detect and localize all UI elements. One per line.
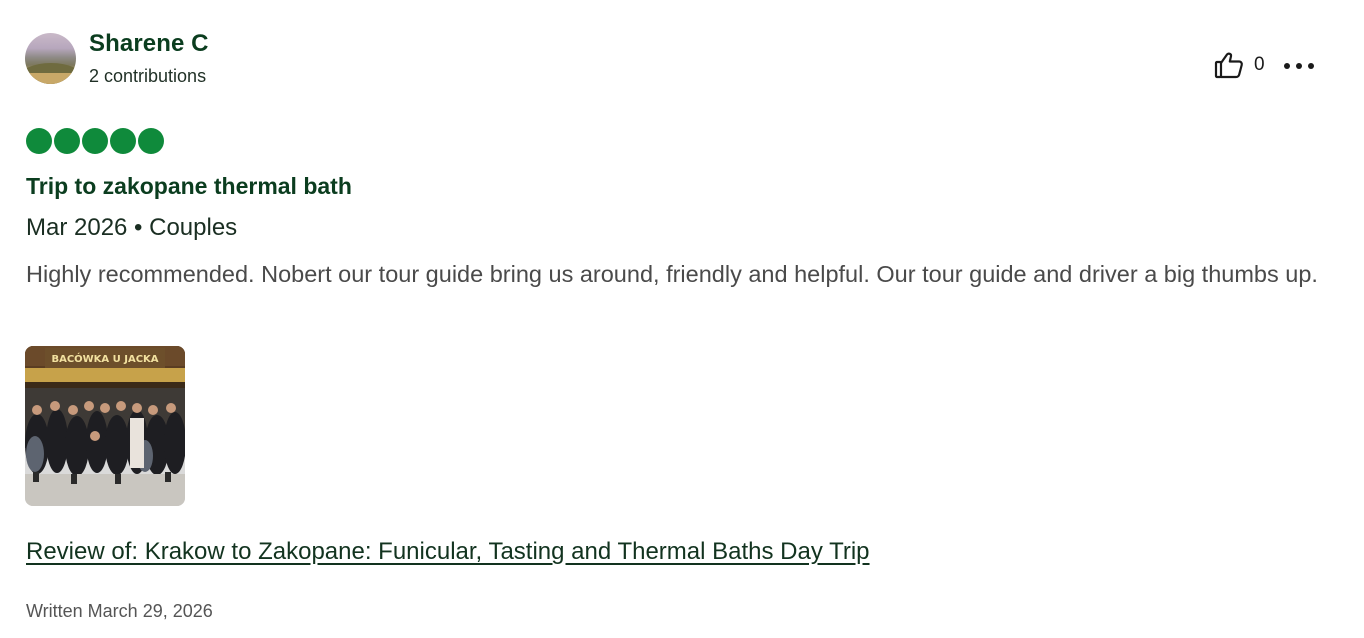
trip-meta: Mar 2026 • Couples [26,214,238,241]
review-body: Highly recommended. Nobert our tour guid… [26,261,1318,287]
written-date: Written March 29, 2026 [26,601,213,621]
reviewer-contributions: 2 contributions [89,66,207,86]
more-dot-icon [1296,63,1302,69]
review-title[interactable]: Trip to zakopane thermal bath [26,173,352,200]
rating-bubble-icon [54,128,80,154]
helpful-vote-button[interactable]: 0 [1214,50,1265,80]
reviewer-name[interactable]: Sharene C [89,30,209,58]
more-dot-icon [1308,63,1314,69]
rating-bubble-icon [82,128,108,154]
avatar-shore [25,73,76,84]
review-card: Sharene C 2 contributions 0 Trip to zako… [0,0,1364,638]
rating-bubble-icon [26,128,52,154]
reviewed-product-link[interactable]: Review of: Krakow to Zakopane: Funicular… [26,538,870,566]
more-options-button[interactable] [1284,56,1314,76]
rating-bubble-icon [138,128,164,154]
photo-sign-text: BACÓWKA U JACKA [51,352,158,365]
helpful-count: 0 [1254,54,1265,75]
avatar[interactable] [25,33,76,84]
review-photo[interactable]: BACÓWKA U JACKA [25,346,185,506]
more-dot-icon [1284,63,1290,69]
rating-bubbles [26,128,164,154]
rating-bubble-icon [110,128,136,154]
thumbs-up-icon [1214,51,1244,79]
